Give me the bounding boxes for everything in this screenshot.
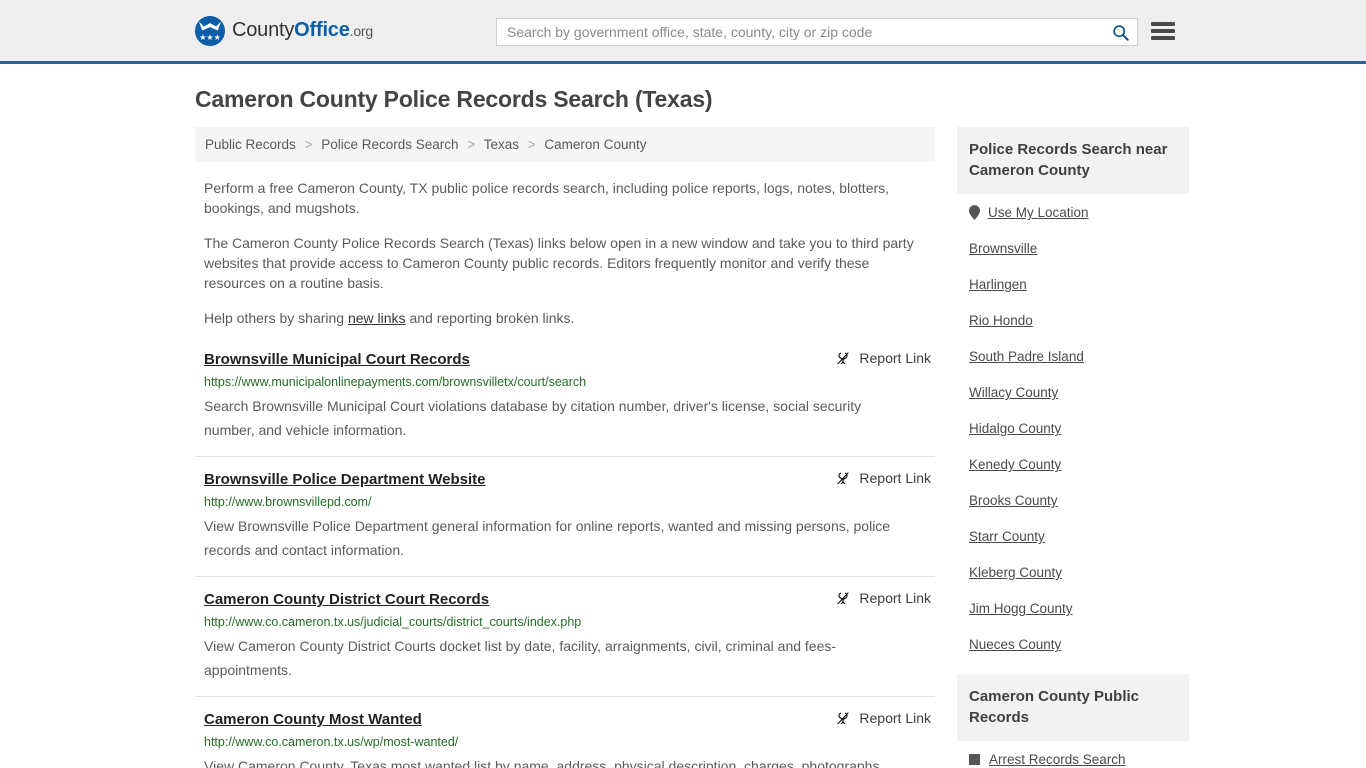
- broken-link-icon: [837, 592, 850, 605]
- results-list: Brownsville Municipal Court Records Repo…: [195, 350, 935, 768]
- report-link-button[interactable]: Report Link: [835, 350, 931, 366]
- square-bullet-icon: [969, 754, 980, 765]
- intro-text-before-link: Help others by sharing: [204, 310, 348, 326]
- broken-link-icon: [837, 352, 850, 365]
- result-url: http://www.co.cameron.tx.us/wp/most-want…: [204, 735, 459, 749]
- result-title-link[interactable]: Brownsville Municipal Court Records: [204, 350, 470, 370]
- search-icon: [1112, 24, 1129, 41]
- sidebar-link-label[interactable]: Brooks County: [969, 493, 1058, 508]
- sidebar-item-hidalgo-county[interactable]: Hidalgo County: [957, 410, 1189, 446]
- sidebar-link-label[interactable]: South Padre Island: [969, 349, 1084, 364]
- search-input[interactable]: [497, 19, 1103, 45]
- sidebar-item-south-padre-island[interactable]: South Padre Island: [957, 338, 1189, 374]
- report-link-button[interactable]: Report Link: [835, 710, 931, 726]
- content-columns: Public Records > Police Records Search >…: [195, 127, 1366, 768]
- sidebar-item-nueces-county[interactable]: Nueces County: [957, 626, 1189, 662]
- report-link-button[interactable]: Report Link: [835, 590, 931, 606]
- site-logo[interactable]: ★★★ CountyOffice.org: [195, 15, 373, 46]
- sidebar-public-record-label[interactable]: Arrest Records Search: [989, 752, 1126, 767]
- search-button[interactable]: [1103, 19, 1137, 45]
- search-bar: [496, 18, 1138, 46]
- sidebar-item-brooks-county[interactable]: Brooks County: [957, 482, 1189, 518]
- logo-stars: ★★★: [199, 32, 221, 42]
- site-header: ★★★ CountyOffice.org: [0, 0, 1366, 64]
- report-link-label: Report Link: [859, 470, 931, 486]
- map-pin-icon: [969, 205, 980, 220]
- result-description: View Brownsville Police Department gener…: [204, 518, 891, 558]
- sidebar-link-label[interactable]: Jim Hogg County: [969, 601, 1073, 616]
- breadcrumb-item-texas[interactable]: Texas: [484, 137, 519, 152]
- breadcrumb-item-cameron-county[interactable]: Cameron County: [544, 137, 646, 152]
- result-description: View Cameron County District Courts dock…: [204, 638, 837, 678]
- result-header: Brownsville Municipal Court Records Repo…: [204, 350, 935, 370]
- sidebar-item-kleberg-county[interactable]: Kleberg County: [957, 554, 1189, 590]
- sidebar-public-records-heading: Cameron County Public Records: [957, 674, 1189, 741]
- result-description: View Cameron County, Texas most wanted l…: [204, 758, 884, 768]
- sidebar-section-gap: [957, 662, 1189, 674]
- sidebar-link-label[interactable]: Nueces County: [969, 637, 1061, 652]
- sidebar: Police Records Search near Cameron Count…: [957, 127, 1189, 768]
- result-item: Brownsville Municipal Court Records Repo…: [195, 350, 935, 456]
- report-link-button[interactable]: Report Link: [835, 470, 931, 486]
- new-links-link[interactable]: new links: [348, 310, 406, 326]
- logo-text-county: County: [232, 19, 295, 41]
- result-url: http://www.brownsvillepd.com/: [204, 495, 372, 509]
- sidebar-item-arrest-records-search[interactable]: Arrest Records Search: [957, 741, 1189, 768]
- result-item: Cameron County District Court Records Re…: [195, 576, 935, 696]
- intro-paragraph-1: Perform a free Cameron County, TX public…: [204, 180, 890, 216]
- breadcrumb-separator: >: [467, 137, 476, 152]
- result-url: https://www.municipalonlinepayments.com/…: [204, 375, 587, 389]
- result-item: Cameron County Most Wanted Report Link h…: [195, 696, 935, 768]
- sidebar-use-my-location[interactable]: Use My Location: [957, 194, 1189, 230]
- eagle-shield-logo-icon: ★★★: [195, 15, 225, 46]
- breadcrumb-separator: >: [304, 137, 313, 152]
- report-link-label: Report Link: [859, 710, 931, 726]
- result-header: Cameron County Most Wanted Report Link: [204, 710, 935, 730]
- logo-text-office: Office: [294, 19, 350, 41]
- page-title: Cameron County Police Records Search (Te…: [195, 86, 713, 112]
- sidebar-item-willacy-county[interactable]: Willacy County: [957, 374, 1189, 410]
- sidebar-item-jim-hogg-county[interactable]: Jim Hogg County: [957, 590, 1189, 626]
- intro-paragraph-2: The Cameron County Police Records Search…: [204, 235, 914, 291]
- sidebar-nearby-heading: Police Records Search near Cameron Count…: [957, 127, 1189, 194]
- result-header: Cameron County District Court Records Re…: [204, 590, 935, 610]
- report-link-label: Report Link: [859, 350, 931, 366]
- intro-paragraph-3: Help others by sharing new links and rep…: [204, 308, 919, 328]
- sidebar-item-kenedy-county[interactable]: Kenedy County: [957, 446, 1189, 482]
- breadcrumb-separator: >: [527, 137, 536, 152]
- sidebar-item-brownsville[interactable]: Brownsville: [957, 230, 1189, 266]
- sidebar-link-label[interactable]: Rio Hondo: [969, 313, 1033, 328]
- breadcrumb-item-police-records-search[interactable]: Police Records Search: [321, 137, 458, 152]
- result-title-link[interactable]: Cameron County District Court Records: [204, 590, 489, 610]
- result-header: Brownsville Police Department Website Re…: [204, 470, 935, 490]
- result-description: Search Brownsville Municipal Court viola…: [204, 398, 862, 438]
- result-item: Brownsville Police Department Website Re…: [195, 456, 935, 576]
- report-link-label: Report Link: [859, 590, 931, 606]
- logo-text: CountyOffice.org: [232, 19, 373, 42]
- sidebar-link-label[interactable]: Brownsville: [969, 241, 1037, 256]
- sidebar-nearby-list: Use My Location Brownsville Harlingen Ri…: [957, 194, 1189, 662]
- sidebar-use-my-location-label[interactable]: Use My Location: [988, 204, 1089, 221]
- sidebar-link-label[interactable]: Hidalgo County: [969, 421, 1061, 436]
- main-column: Public Records > Police Records Search >…: [195, 127, 935, 768]
- sidebar-link-label[interactable]: Starr County: [969, 529, 1045, 544]
- hamburger-menu-icon[interactable]: [1151, 21, 1175, 41]
- broken-link-icon: [837, 472, 850, 485]
- sidebar-item-rio-hondo[interactable]: Rio Hondo: [957, 302, 1189, 338]
- sidebar-item-starr-county[interactable]: Starr County: [957, 518, 1189, 554]
- intro-text-after-link: and reporting broken links.: [405, 310, 575, 326]
- sidebar-link-label[interactable]: Kleberg County: [969, 565, 1062, 580]
- sidebar-item-harlingen[interactable]: Harlingen: [957, 266, 1189, 302]
- logo-text-tld: .org: [349, 23, 374, 39]
- breadcrumb-item-public-records[interactable]: Public Records: [205, 137, 296, 152]
- sidebar-link-label[interactable]: Kenedy County: [969, 457, 1061, 472]
- sidebar-link-label[interactable]: Willacy County: [969, 385, 1058, 400]
- broken-link-icon: [837, 712, 850, 725]
- sidebar-link-label[interactable]: Harlingen: [969, 277, 1027, 292]
- breadcrumb: Public Records > Police Records Search >…: [195, 127, 935, 162]
- result-title-link[interactable]: Brownsville Police Department Website: [204, 470, 485, 490]
- result-title-link[interactable]: Cameron County Most Wanted: [204, 710, 422, 730]
- page-body: Cameron County Police Records Search (Te…: [0, 86, 1366, 768]
- result-url: http://www.co.cameron.tx.us/judicial_cou…: [204, 615, 582, 629]
